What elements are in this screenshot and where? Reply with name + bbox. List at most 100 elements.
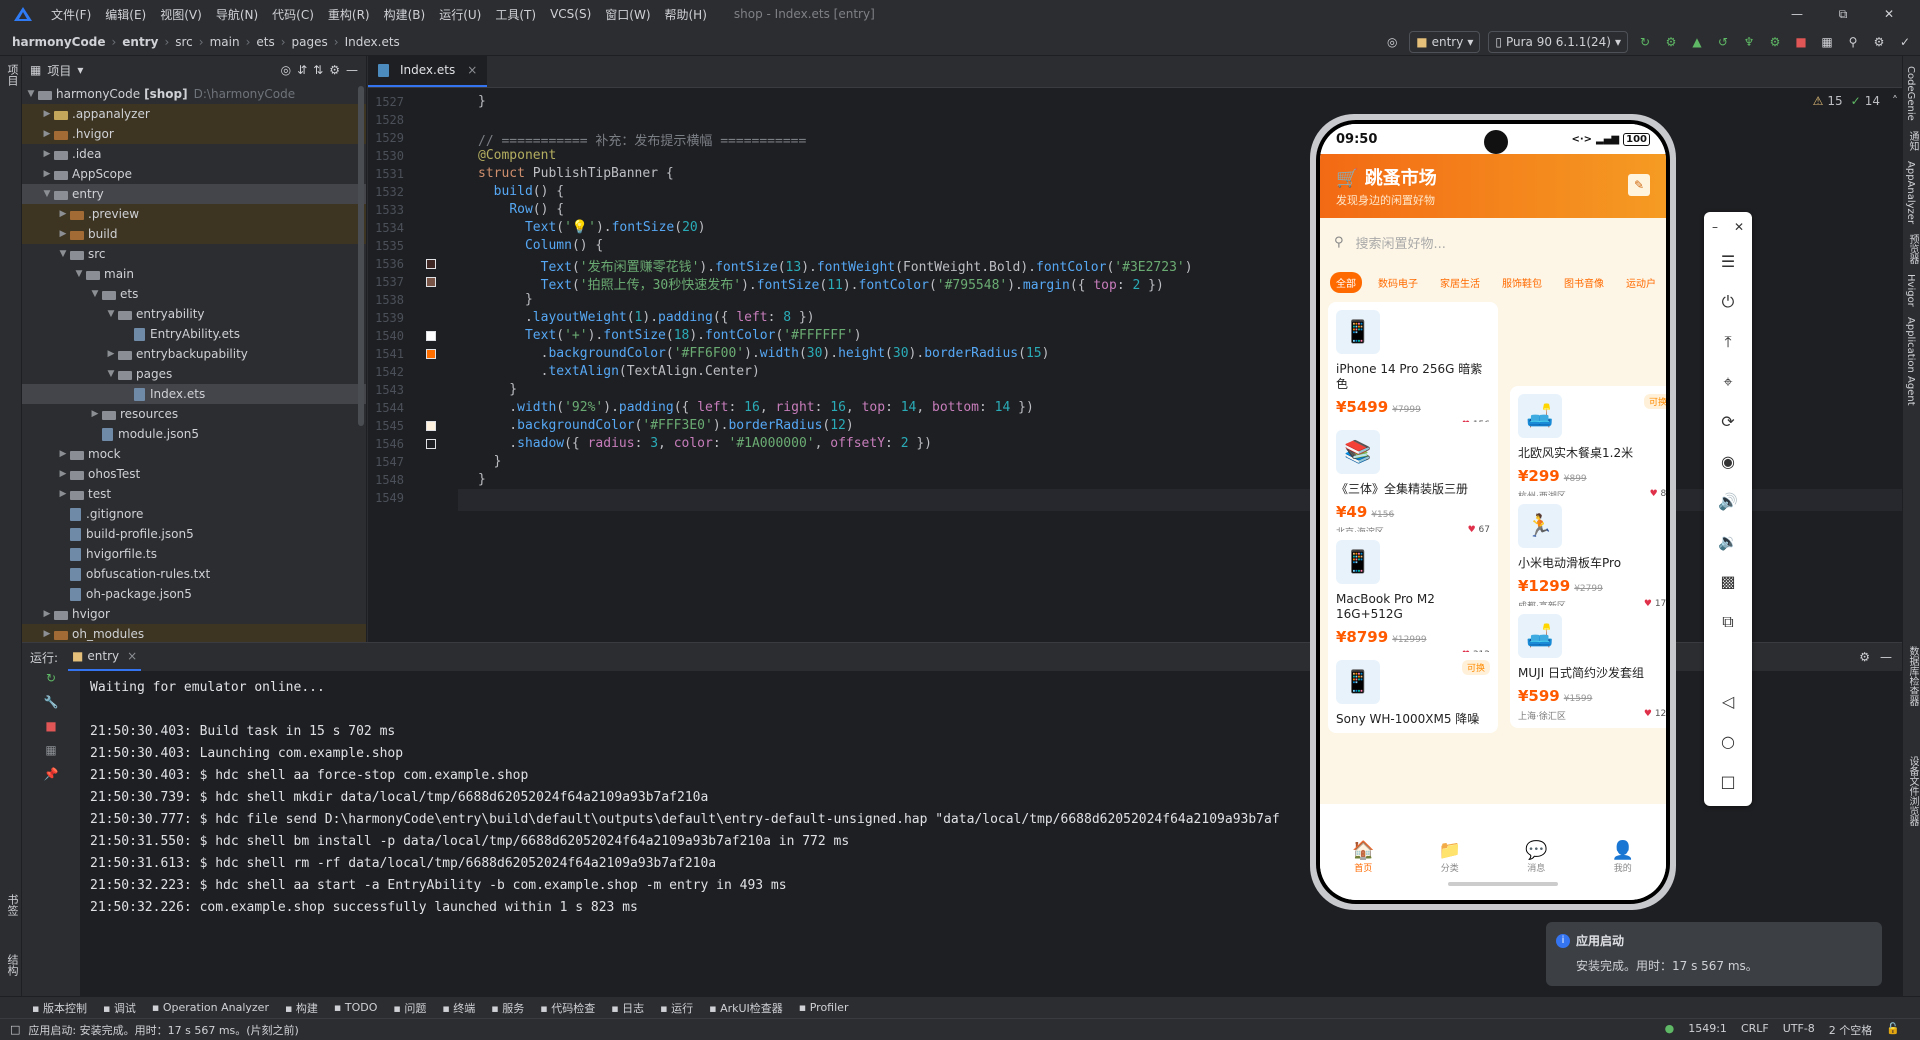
apply-changes-icon[interactable]: ↺	[1714, 33, 1732, 51]
restore-icon[interactable]: ⧉	[1820, 7, 1866, 22]
code-line[interactable]: Row() {	[478, 202, 564, 217]
back-icon[interactable]: ◁	[1704, 682, 1752, 722]
menu-run[interactable]: 运行(U)	[432, 6, 488, 23]
hide-icon[interactable]: —	[346, 63, 358, 77]
tree-item[interactable]: ▼ pages	[22, 364, 366, 384]
breadcrumb-item[interactable]: ets	[256, 35, 274, 49]
recents-icon[interactable]: □	[1704, 762, 1752, 802]
menu-tools[interactable]: 工具(T)	[488, 6, 543, 23]
menu-refactor[interactable]: 重构(R)	[321, 6, 377, 23]
chevron-right-icon[interactable]: ▶	[40, 149, 54, 159]
right-tool-6[interactable]: 数据库检查器	[1905, 646, 1920, 706]
line-separator[interactable]: CRLF	[1741, 1022, 1769, 1038]
screenshot-icon[interactable]: ◉	[1704, 442, 1752, 482]
tree-item[interactable]: ▶ .hvigor	[22, 124, 366, 144]
chevron-right-icon[interactable]: ▶	[40, 109, 54, 119]
menu-code[interactable]: 代码(C)	[265, 6, 321, 23]
minimize-icon[interactable]: —	[1774, 7, 1820, 21]
tree-item[interactable]: hvigorfile.ts	[22, 544, 366, 564]
product-card[interactable]: 可换 📱 Sony WH-1000XM5 降噪	[1328, 652, 1498, 733]
close-emulator-icon[interactable]: ✕	[1734, 212, 1744, 242]
chevron-down-icon[interactable]: ▼	[56, 249, 70, 259]
category-tab[interactable]: 数码电子	[1372, 272, 1424, 293]
shake-icon[interactable]: ▩	[1704, 562, 1752, 602]
stop-icon[interactable]: ■	[22, 719, 80, 743]
tool-window-log[interactable]: ▪ 日志	[611, 1000, 644, 1016]
right-tool-5[interactable]: Application Agent	[1905, 317, 1916, 406]
tree-item[interactable]: module.json5	[22, 424, 366, 444]
crop-icon[interactable]: ⌖	[1704, 362, 1752, 402]
rerun-icon[interactable]: ↻	[22, 671, 80, 695]
phone-tab-item[interactable]: 💬 消息	[1525, 840, 1547, 900]
volume-down-icon[interactable]: 🔉	[1704, 522, 1752, 562]
tool-window-hammer[interactable]: ▪ 构建	[285, 1000, 318, 1016]
tool-window-list[interactable]: ▪ TODO	[334, 1001, 377, 1014]
breadcrumb-item[interactable]: entry	[122, 35, 158, 49]
chevron-down-icon[interactable]: ▼	[72, 269, 86, 279]
device-switch-icon[interactable]: ⧉	[1704, 602, 1752, 642]
tree-item[interactable]: ▼ entryability	[22, 304, 366, 324]
code-line[interactable]: .backgroundColor('#FFF3E0').borderRadius…	[478, 418, 853, 433]
code-line[interactable]: }	[478, 382, 517, 397]
structure-tool-button[interactable]: 结构	[4, 954, 20, 976]
menu-icon[interactable]: ☰	[1704, 242, 1752, 282]
volume-up-icon[interactable]: 🔊	[1704, 482, 1752, 522]
run-config-select[interactable]: ■ entry ▾	[1409, 31, 1481, 53]
category-tab[interactable]: 运动户	[1620, 272, 1662, 293]
gear-icon[interactable]: ⚙	[329, 63, 340, 77]
upload-icon[interactable]: ⤒	[1704, 322, 1752, 362]
code-line[interactable]: .backgroundColor('#FF6F00').width(30).he…	[478, 346, 1050, 361]
collapse-all-icon[interactable]: ⇅	[313, 63, 323, 77]
project-panel-title[interactable]: 项目	[47, 62, 71, 79]
rerun-icon[interactable]: ↻	[1636, 33, 1654, 51]
device-select[interactable]: ▯ Pura 90 6.1.1(24) ▾	[1488, 31, 1628, 53]
tree-item[interactable]: ▼ src	[22, 244, 366, 264]
breadcrumb-item[interactable]: main	[210, 35, 240, 49]
bookmarks-tool-button[interactable]: 书签	[4, 894, 20, 916]
caret-position[interactable]: 1549:1	[1688, 1022, 1727, 1038]
product-card[interactable]: 🏃小米电动滑板车Pro¥1299¥2799成都·高新区♥ 178	[1510, 496, 1666, 618]
product-card[interactable]: 📱iPhone 14 Pro 256G 暗紫色¥5499¥7999深圳·南山区♥…	[1328, 302, 1498, 439]
code-line[interactable]: Text('发布闲置赚零花钱').fontSize(13).fontWeight…	[478, 256, 1193, 275]
product-card[interactable]: 📚《三体》全集精装版三册¥49¥156北京·海淀区♥ 67	[1328, 422, 1498, 544]
tree-item[interactable]: ▶ .idea	[22, 144, 366, 164]
chevron-down-icon[interactable]: ▾	[77, 63, 83, 77]
tree-item[interactable]: .gitignore	[22, 504, 366, 524]
code-line[interactable]: Text('💡').fontSize(20)	[478, 220, 706, 235]
gear-icon[interactable]: ⚙	[1859, 650, 1870, 664]
tree-item[interactable]: ▶ .appanalyzer	[22, 104, 366, 124]
code-line[interactable]: }	[478, 292, 533, 307]
emulator-screen[interactable]: 09:50 <·> ▂▄▆ 100 🛒 跳蚤市场 发现身边的闲置好物 ✎ ⚲ 搜索闲…	[1320, 124, 1666, 900]
code-line[interactable]: @Component	[478, 148, 556, 163]
expand-all-icon[interactable]: ⇵	[297, 63, 307, 77]
phone-tab-item[interactable]: 🏠 首页	[1352, 840, 1374, 900]
chevron-right-icon[interactable]: ▶	[88, 409, 102, 419]
tree-root[interactable]: ▼ harmonyCode [shop] D:\harmonyCode	[22, 84, 366, 104]
project-scrollbar[interactable]	[358, 86, 364, 426]
tool-window-bug[interactable]: ▪ 调试	[103, 1000, 136, 1016]
tree-item[interactable]: ▶ build	[22, 224, 366, 244]
profile-icon[interactable]: ▲	[1688, 33, 1706, 51]
tree-item[interactable]: ▶ oh_modules	[22, 624, 366, 642]
chevron-right-icon[interactable]: ▶	[40, 169, 54, 179]
edit-icon[interactable]: ✎	[1628, 174, 1650, 196]
tool-window-inspect[interactable]: ▪ 代码检查	[540, 1000, 595, 1016]
tree-item[interactable]: build-profile.json5	[22, 524, 366, 544]
code-line[interactable]: // =========== 补充：发布提示横幅 ===========	[478, 130, 806, 149]
tool-window-analyzer[interactable]: ▪ Operation Analyzer	[152, 1001, 269, 1014]
chevron-right-icon[interactable]: ▶	[104, 349, 118, 359]
tool-window-play[interactable]: ▪ 运行	[660, 1000, 693, 1016]
search-bar[interactable]: ⚲ 搜索闲置好物...	[1320, 218, 1666, 266]
menu-build[interactable]: 构建(B)	[377, 6, 433, 23]
menu-view[interactable]: 视图(V)	[153, 6, 209, 23]
menu-edit[interactable]: 编辑(E)	[98, 6, 153, 23]
color-swatch[interactable]	[426, 331, 436, 341]
file-encoding[interactable]: UTF-8	[1783, 1022, 1815, 1038]
right-tool-3[interactable]: 预览器	[1905, 234, 1920, 264]
minimize-emulator-icon[interactable]: –	[1712, 212, 1718, 242]
color-swatch[interactable]	[426, 439, 436, 449]
close-window-icon[interactable]: ✕	[1866, 7, 1912, 21]
status-message[interactable]: 应用启动: 安装完成。用时：17 s 567 ms。(片刻之前)	[28, 1022, 298, 1038]
code-line[interactable]: }	[478, 472, 486, 487]
tree-item[interactable]: obfuscation-rules.txt	[22, 564, 366, 584]
